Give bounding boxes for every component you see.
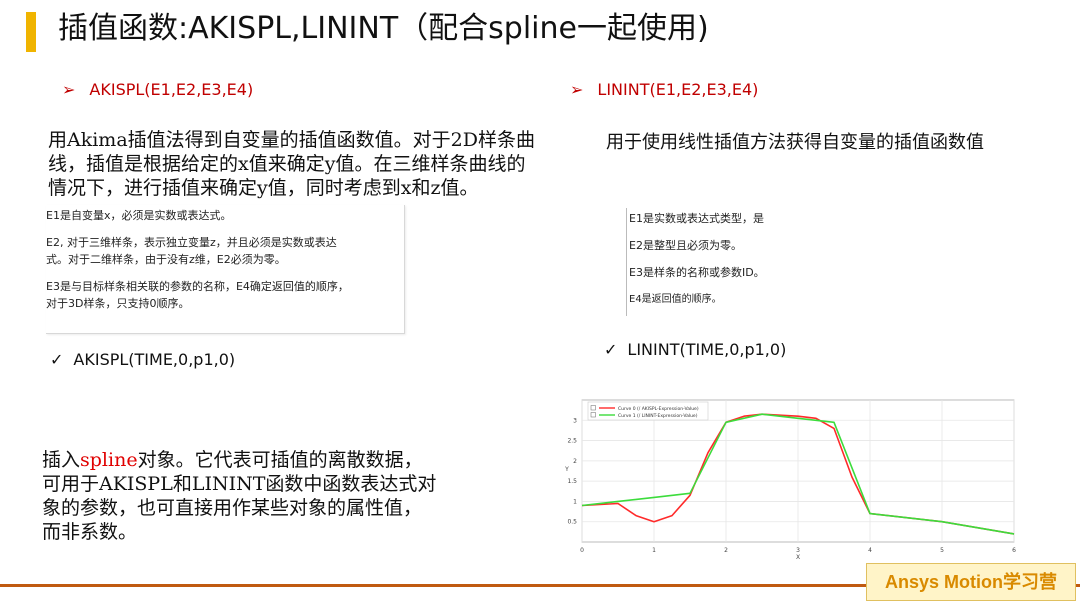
- legend-checkbox-icon: [590, 412, 596, 418]
- x-tick-label: 0: [580, 547, 584, 554]
- param-line: 式。对于二维样条，由于没有z维，E2必须为零。: [46, 253, 286, 266]
- page-title: 插值函数:AKISPL,LININT（配合spline一起使用): [58, 11, 709, 46]
- akispl-params-panel: E1是自变量x，必须是实数或表达式。 E2, 对于三维样条，表示独立变量z，并且…: [46, 205, 405, 334]
- param-line: E3是样条的名称或参数ID。: [629, 266, 765, 279]
- legend-checkbox-icon: [590, 405, 596, 411]
- left-description-line: 用Akima插值法得到自变量的插值函数值。对于2D样条曲: [48, 129, 535, 151]
- linint-params-panel: E1是实数或表达式类型，是 E2是整型且必须为零。 E3是样条的名称或参数ID。…: [626, 208, 972, 316]
- check-icon: ✓: [50, 350, 64, 369]
- x-tick-label: 1: [652, 547, 656, 554]
- x-tick-label: 3: [796, 547, 800, 554]
- x-tick-label: 6: [1012, 547, 1016, 554]
- right-heading-text: LININT(E1,E2,E3,E4): [597, 80, 759, 99]
- spline-description-line: 插入spline对象。它代表可插值的离散数据，: [42, 448, 472, 472]
- param-line: E2, 对于三维样条，表示独立变量z，并且必须是实数或表达: [46, 236, 337, 249]
- left-heading: ➢ AKISPL(E1,E2,E3,E4): [62, 80, 253, 99]
- x-tick-label: 2: [724, 547, 728, 554]
- check-icon: ✓: [604, 340, 618, 359]
- linint-example-text: LININT(TIME,0,p1,0): [627, 340, 787, 359]
- right-description: 用于使用线性插值方法获得自变量的插值函数值: [606, 132, 984, 153]
- left-description: 用Akima插值法得到自变量的插值函数值。对于2D样条曲 线，插值是根据给定的x…: [48, 128, 568, 200]
- spline-description-line: 而非系数。: [42, 521, 138, 543]
- arrow-bullet-icon: ➢: [62, 80, 76, 99]
- arrow-bullet-icon: ➢: [570, 80, 584, 99]
- spline-text-post: 对象。它代表可插值的离散数据，: [137, 449, 423, 471]
- x-tick-label: 5: [940, 547, 944, 554]
- legend-label: Curve 0 (/ AKISPL-Expression-Value): [618, 406, 699, 412]
- x-tick-label: 4: [868, 547, 872, 554]
- interpolation-chart: 0 1 2 3 4 5 6 0.5 1 1.5 2 2.5 3 X Y Curve 0 (/ AKISPL-E…: [560, 390, 1028, 561]
- akispl-example-text: AKISPL(TIME,0,p1,0): [73, 350, 236, 369]
- spline-description-line: 象的参数，也可直接用作某些对象的属性值，: [42, 497, 423, 519]
- y-tick-label: 3: [573, 417, 577, 424]
- param-line: E3是与目标样条相关联的参数的名称，E4确定返回值的顺序，: [46, 280, 349, 293]
- title-accent-bar: [26, 12, 36, 52]
- param-line: E4是返回值的顺序。: [629, 294, 722, 305]
- left-heading-text: AKISPL(E1,E2,E3,E4): [89, 80, 254, 99]
- x-axis-label: X: [796, 554, 800, 560]
- y-axis-label: Y: [564, 466, 569, 473]
- param-line: E1是自变量x，必须是实数或表达式。: [46, 209, 232, 222]
- param-line: E2是整型且必须为零。: [629, 239, 742, 252]
- y-tick-label: 0.5: [567, 519, 577, 526]
- chart-svg: 0 1 2 3 4 5 60.511.522.53XYCurve 0 (/ AKISPL-E…: [564, 399, 1016, 561]
- brand-badge: Ansys Motion学习营: [866, 563, 1076, 601]
- spline-description-line: 可用于AKISPL和LININT函数中函数表达式对: [42, 473, 437, 495]
- y-tick-label: 2.5: [567, 438, 577, 445]
- left-description-line: 线，插值是根据给定的x值来确定y值。在三维样条曲线的: [48, 153, 526, 175]
- right-heading: ➢ LININT(E1,E2,E3,E4): [570, 80, 758, 99]
- param-line: 对于3D样条，只支持0顺序。: [46, 297, 190, 310]
- linint-example: ✓ LININT(TIME,0,p1,0): [604, 340, 786, 359]
- legend-label: Curve 1 (/ LININT-Expression-Value): [618, 413, 698, 419]
- y-tick-label: 1.5: [567, 478, 577, 485]
- left-description-line: 情况下，进行插值来确定y值，同时考虑到x和z值。: [48, 177, 479, 199]
- param-line: E1是实数或表达式类型，是: [629, 212, 764, 225]
- spline-description: 插入spline对象。它代表可插值的离散数据， 可用于AKISPL和LININT…: [42, 448, 472, 544]
- akispl-example: ✓ AKISPL(TIME,0,p1,0): [50, 350, 235, 369]
- y-tick-label: 2: [573, 458, 577, 465]
- spline-keyword: spline: [80, 449, 138, 471]
- y-tick-label: 1: [573, 498, 577, 505]
- spline-text-pre: 插入: [42, 449, 81, 471]
